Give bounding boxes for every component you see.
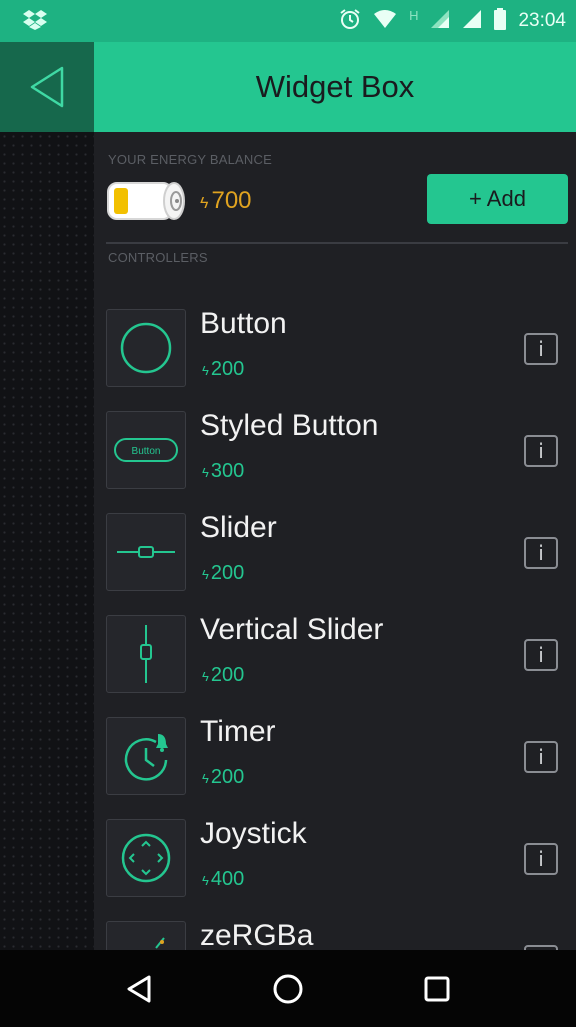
widget-item-timer[interactable]: Timer ϟ 200 i [106, 715, 568, 797]
slider-icon [106, 513, 186, 591]
widget-price: ϟ 200 [202, 358, 245, 380]
timer-icon [106, 717, 186, 795]
clock: 23:04 [518, 10, 566, 31]
status-bar: H 23:04 [0, 0, 576, 42]
widget-name: Vertical Slider [200, 613, 384, 646]
info-button[interactable]: i [524, 843, 558, 875]
navigation-bar [0, 950, 576, 1027]
alarm-icon [339, 8, 361, 35]
widget-name: Slider [200, 511, 277, 544]
nav-recents-button[interactable] [407, 959, 467, 1019]
nav-recents-icon [424, 976, 450, 1001]
info-button[interactable]: i [524, 741, 558, 773]
widget-name: zeRGBa [200, 919, 314, 950]
nav-back-button[interactable] [109, 959, 169, 1019]
info-button[interactable]: i [524, 537, 558, 569]
wifi-icon [373, 9, 397, 34]
widget-item-slider[interactable]: Slider ϟ 200 i [106, 511, 568, 593]
energy-amount: ϟ 700 [200, 187, 252, 215]
nav-home-icon [273, 974, 303, 1003]
info-button[interactable]: i [524, 435, 558, 467]
background-grid [0, 42, 94, 950]
widget-price: ϟ 300 [202, 460, 245, 482]
dropbox-icon [22, 9, 48, 36]
info-button[interactable]: i [524, 333, 558, 365]
widget-item-joystick[interactable]: Joystick ϟ 400 i [106, 817, 568, 899]
battery-icon [494, 7, 507, 35]
energy-section-label: YOUR ENERGY BALANCE [108, 152, 272, 167]
energy-currency-icon: ϟ [200, 195, 209, 212]
divider [106, 242, 568, 244]
info-button[interactable]: i [524, 639, 558, 671]
widget-name: Styled Button [200, 409, 379, 442]
app-header: Widget Box [94, 42, 576, 132]
signal-icon [430, 9, 450, 34]
energy-balance: ϟ 700 [106, 176, 252, 226]
signal-icon [462, 9, 482, 34]
widget-item-button[interactable]: Button ϟ 200 i [106, 307, 568, 389]
widget-name: Timer [200, 715, 276, 748]
button-circle-icon [106, 309, 186, 387]
energy-value: 700 [211, 187, 252, 214]
widget-item-zergba[interactable]: zeRGBa i [106, 919, 568, 950]
styled-button-icon: Button [106, 411, 186, 489]
back-button[interactable] [0, 42, 94, 132]
back-triangle-icon [30, 66, 64, 108]
nav-home-button[interactable] [258, 959, 318, 1019]
zergba-icon [106, 921, 186, 950]
add-energy-button[interactable]: + Add [427, 174, 568, 224]
joystick-icon [106, 819, 186, 897]
network-type-label: H [409, 7, 419, 23]
widget-price: ϟ 400 [202, 868, 245, 890]
nav-back-icon [127, 975, 151, 1002]
controllers-section-label: CONTROLLERS [108, 250, 208, 265]
widget-price: ϟ 200 [202, 766, 245, 788]
widget-name: Joystick [200, 817, 307, 850]
energy-battery-icon [107, 182, 185, 220]
widget-box-panel[interactable]: YOUR ENERGY BALANCE ϟ 700 + Add CONTROLLE… [94, 132, 576, 950]
widget-name: Button [200, 307, 287, 340]
widget-item-styled-button[interactable]: Button Styled Button ϟ 300 i [106, 409, 568, 491]
page-title: Widget Box [255, 69, 415, 104]
widget-item-vertical-slider[interactable]: Vertical Slider ϟ 200 i [106, 613, 568, 695]
vertical-slider-icon [106, 615, 186, 693]
widget-price: ϟ 200 [202, 664, 245, 686]
widget-price: ϟ 200 [202, 562, 245, 584]
svg-text:Button: Button [132, 446, 161, 457]
